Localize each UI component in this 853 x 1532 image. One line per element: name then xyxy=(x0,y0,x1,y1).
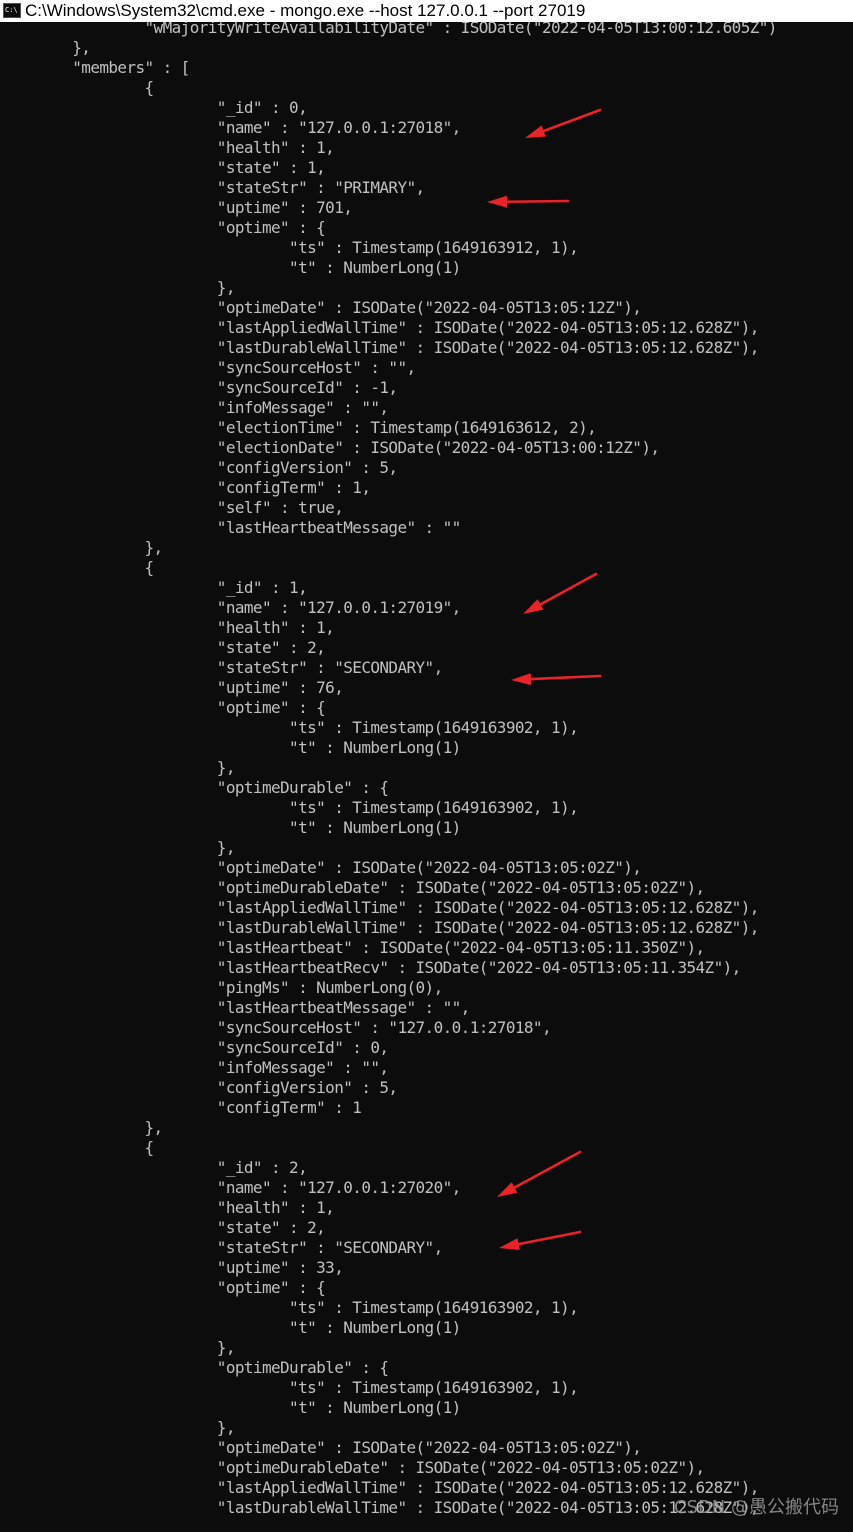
console-line: "lastHeartbeatMessage" : "" xyxy=(0,518,462,537)
console-line: "_id" : 2, xyxy=(0,1158,308,1177)
console-output[interactable]: "wMajorityWriteAvailabilityDate" : ISODa… xyxy=(0,22,853,1532)
console-line: "state" : 1, xyxy=(0,158,326,177)
console-line: "stateStr" : "SECONDARY", xyxy=(0,1238,443,1257)
console-line: "optimeDate" : ISODate("2022-04-05T13:05… xyxy=(0,1438,642,1457)
console-line: "members" : [ xyxy=(0,58,190,77)
window-title: C:\Windows\System32\cmd.exe - mongo.exe … xyxy=(25,1,586,20)
console-line: "syncSourceId" : 0, xyxy=(0,1038,389,1057)
console-line: "health" : 1, xyxy=(0,138,335,157)
console-line: "state" : 2, xyxy=(0,1218,326,1237)
console-line: }, xyxy=(0,1338,236,1357)
console-line: "lastHeartbeatMessage" : "", xyxy=(0,998,471,1017)
console-line: "t" : NumberLong(1) xyxy=(0,1318,461,1337)
console-line: "name" : "127.0.0.1:27018", xyxy=(0,118,462,137)
console-line: "syncSourceId" : -1, xyxy=(0,378,398,397)
cmd-icon: C:\ xyxy=(3,3,21,18)
console-line: "health" : 1, xyxy=(0,1198,335,1217)
console-line: "optime" : { xyxy=(0,698,326,717)
console-line: "configVersion" : 5, xyxy=(0,458,398,477)
console-line: "stateStr" : "PRIMARY", xyxy=(0,178,425,197)
console-line: "lastAppliedWallTime" : ISODate("2022-04… xyxy=(0,318,760,337)
console-line: "health" : 1, xyxy=(0,618,335,637)
console-line: "optime" : { xyxy=(0,218,326,237)
console-line: "_id" : 1, xyxy=(0,578,308,597)
console-line: "optimeDurableDate" : ISODate("2022-04-0… xyxy=(0,878,705,897)
console-line: "lastDurableWallTime" : ISODate("2022-04… xyxy=(0,918,760,937)
console-line: { xyxy=(0,1138,155,1157)
console-line: "lastDurableWallTime" : ISODate("2022-04… xyxy=(0,338,760,357)
console-line: "_id" : 0, xyxy=(0,98,308,117)
console-line: "optimeDurableDate" : ISODate("2022-04-0… xyxy=(0,1458,705,1477)
console-line: "optimeDate" : ISODate("2022-04-05T13:05… xyxy=(0,858,642,877)
console-line: "syncSourceHost" : "", xyxy=(0,358,416,377)
console-line: "self" : true, xyxy=(0,498,344,517)
console-line: "lastAppliedWallTime" : ISODate("2022-04… xyxy=(0,1478,760,1497)
console-line: { xyxy=(0,78,155,97)
console-line: "optimeDate" : ISODate("2022-04-05T13:05… xyxy=(0,298,642,317)
console-line: }, xyxy=(0,538,164,557)
console-line: "syncSourceHost" : "127.0.0.1:27018", xyxy=(0,1018,552,1037)
console-line: "configTerm" : 1 xyxy=(0,1098,362,1117)
console-line: "t" : NumberLong(1) xyxy=(0,818,461,837)
console-line: "lastDurableWallTime" : ISODate("2022-04… xyxy=(0,1498,760,1517)
console-line: "optime" : { xyxy=(0,1278,326,1297)
console-line: "pingMs" : NumberLong(0), xyxy=(0,978,443,997)
console-line: "optimeDurable" : { xyxy=(0,778,389,797)
console-line: "lastHeartbeat" : ISODate("2022-04-05T13… xyxy=(0,938,705,957)
console-line: { xyxy=(0,558,155,577)
watermark: CSDN @愚公搬代码 xyxy=(673,1497,839,1518)
console-line: "t" : NumberLong(1) xyxy=(0,738,461,757)
console-line: "configVersion" : 5, xyxy=(0,1078,398,1097)
console-line: }, xyxy=(0,1118,164,1137)
console-line: "electionTime" : Timestamp(1649163612, 2… xyxy=(0,418,597,437)
console-line: "ts" : Timestamp(1649163902, 1), xyxy=(0,1298,579,1317)
console-line: "lastHeartbeatRecv" : ISODate("2022-04-0… xyxy=(0,958,742,977)
window-titlebar[interactable]: C:\ C:\Windows\System32\cmd.exe - mongo.… xyxy=(0,0,853,22)
console-line: }, xyxy=(0,838,236,857)
console-line: "ts" : Timestamp(1649163912, 1), xyxy=(0,238,579,257)
console-line: "stateStr" : "SECONDARY", xyxy=(0,658,443,677)
console-line: "lastAppliedWallTime" : ISODate("2022-04… xyxy=(0,898,760,917)
console-line: "t" : NumberLong(1) xyxy=(0,258,461,277)
console-line: "t" : NumberLong(1) xyxy=(0,1398,461,1417)
console-line: "name" : "127.0.0.1:27019", xyxy=(0,598,462,617)
console-line: "infoMessage" : "", xyxy=(0,1058,389,1077)
console-line: "uptime" : 33, xyxy=(0,1258,344,1277)
console-line: "ts" : Timestamp(1649163902, 1), xyxy=(0,1378,579,1397)
console-line: "optimeDurable" : { xyxy=(0,1358,389,1377)
console-line: "name" : "127.0.0.1:27020", xyxy=(0,1178,462,1197)
console-line: "infoMessage" : "", xyxy=(0,398,389,417)
console-line: "ts" : Timestamp(1649163902, 1), xyxy=(0,798,579,817)
console-line: "uptime" : 701, xyxy=(0,198,353,217)
console-line: "wMajorityWriteAvailabilityDate" : ISODa… xyxy=(0,22,778,37)
console-line: }, xyxy=(0,1418,236,1437)
console-line: }, xyxy=(0,278,236,297)
console-line: "uptime" : 76, xyxy=(0,678,344,697)
console-line: }, xyxy=(0,38,91,57)
console-line: "state" : 2, xyxy=(0,638,326,657)
console-line: "electionDate" : ISODate("2022-04-05T13:… xyxy=(0,438,660,457)
console-line: "ts" : Timestamp(1649163902, 1), xyxy=(0,718,579,737)
console-line: }, xyxy=(0,758,236,777)
console-line: "configTerm" : 1, xyxy=(0,478,371,497)
